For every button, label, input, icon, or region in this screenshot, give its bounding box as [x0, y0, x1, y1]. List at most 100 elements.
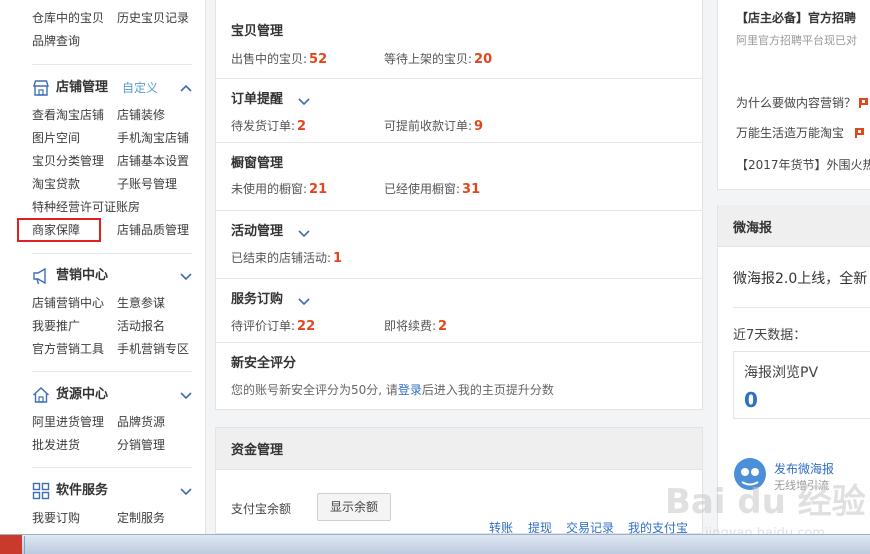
service-title: 服务订购 — [231, 292, 284, 307]
finance-header: 资金管理 — [216, 428, 702, 470]
sidebar-link-view-store[interactable]: 查看淘宝店铺 — [32, 105, 104, 125]
sidebar-link-official-tools[interactable]: 官方营销工具 — [32, 339, 104, 359]
dashboard-panel: 宝贝管理 出售中的宝贝: 52 等待上架的宝贝: 20 订单提醒 待发货订单: 2 可… — [215, 0, 703, 410]
sidebar-link-taobao-loan[interactable]: 淘宝贷款 — [32, 174, 80, 194]
sidebar-link-warehouse-items[interactable]: 仓库中的宝贝 — [32, 8, 104, 28]
sidebar-link-brand-query[interactable]: 品牌查询 — [32, 31, 80, 51]
activity-title: 活动管理 — [231, 224, 284, 239]
finance-panel: 资金管理 支付宝余额 显示余额 转账 提现 交易记录 我的支付宝 — [215, 427, 703, 535]
sidebar-link-item-history[interactable]: 历史宝贝记录 — [117, 8, 189, 28]
items-section: 宝贝管理 出售中的宝贝: 52 等待上架的宝贝: 20 — [216, 0, 702, 79]
ended-activity-count[interactable]: 1 — [333, 251, 342, 266]
sidebar-link-business-advisor[interactable]: 生意参谋 — [117, 293, 165, 313]
used-window-stat: 已经使用橱窗: 31 — [384, 180, 480, 199]
house-icon — [33, 387, 49, 403]
pv-label: 海报浏览PV — [744, 365, 819, 381]
chevron-down-icon[interactable] — [180, 271, 192, 281]
sidebar-link-subaccounts[interactable]: 子账号管理 — [117, 174, 177, 194]
sidebar-row: 批发进货 分销管理 — [32, 435, 212, 455]
renew-count[interactable]: 2 — [438, 319, 447, 334]
used-window-count[interactable]: 31 — [462, 182, 480, 197]
unused-window-stat: 未使用的橱窗: 21 — [231, 180, 327, 199]
marketing-center-header[interactable]: 营销中心 — [32, 265, 192, 287]
flag-icon — [855, 128, 864, 138]
login-link[interactable]: 登录 — [398, 383, 422, 397]
sidebar-link-event-signup[interactable]: 活动报名 — [117, 316, 165, 336]
marketing-center-title: 营销中心 — [56, 268, 109, 283]
sidebar-link-mobile-store[interactable]: 手机淘宝店铺 — [117, 128, 189, 148]
sidebar-link-ali-purchase[interactable]: 阿里进货管理 — [32, 412, 104, 432]
unused-window-label: 未使用的橱窗: — [231, 182, 308, 196]
sidebar-link-custom-service[interactable]: 定制服务 — [117, 508, 165, 528]
pv-card: 海报浏览PV 0 — [733, 351, 870, 419]
chevron-up-icon[interactable] — [180, 83, 192, 93]
show-balance-button[interactable]: 显示余额 — [317, 493, 391, 521]
ended-activity-label: 已结束的店铺活动: — [231, 251, 332, 265]
chevron-down-icon[interactable] — [180, 486, 192, 496]
pending-count[interactable]: 20 — [474, 52, 492, 67]
early-pay-stat: 可提前收款订单: 9 — [384, 117, 483, 136]
sidebar-link-marketing-center[interactable]: 店铺营销中心 — [32, 293, 104, 313]
chevron-down-icon[interactable] — [298, 228, 310, 238]
weihaibao-panel: 微海报 微海报2.0上线，全新 近7天数据： 海报浏览PV 0 发布微海报 无线… — [717, 205, 870, 534]
unused-window-count[interactable]: 21 — [309, 182, 327, 197]
sidebar-link-store-quality[interactable]: 店铺品质管理 — [117, 220, 189, 240]
flag-icon — [859, 98, 868, 108]
megaphone-icon — [33, 267, 46, 285]
customize-link[interactable]: 自定义 — [122, 77, 158, 99]
sidebar-row: 查看淘宝店铺 店铺装修 — [32, 105, 212, 125]
store-management-title: 店铺管理 — [56, 80, 109, 95]
sidebar-row: 我要订购 定制服务 — [32, 508, 212, 528]
sidebar-row: 官方营销工具 手机营销专区 — [32, 339, 212, 359]
news-item[interactable]: 万能生活造万能淘宝 — [736, 124, 844, 142]
renew-stat: 即将续费: 2 — [384, 317, 447, 336]
security-note: 您的账号新安全评分为50分, 请登录后进入我的主页提升分数 — [231, 381, 554, 399]
sidebar-link-item-categories[interactable]: 宝贝分类管理 — [32, 151, 104, 171]
window-title: 橱窗管理 — [231, 156, 284, 171]
divider — [32, 467, 192, 468]
early-pay-count[interactable]: 9 — [474, 119, 483, 134]
sidebar-row: 特种经营许可证账房 — [32, 197, 212, 217]
to-review-count[interactable]: 22 — [297, 319, 315, 334]
recruit-headline[interactable]: 【店主必备】官方招聘 — [736, 9, 856, 27]
to-ship-count[interactable]: 2 — [297, 119, 306, 134]
security-text: 您的账号新安全评分为50分, 请 — [231, 383, 398, 397]
sidebar-link-special-license[interactable]: 特种经营许可证账房 — [32, 197, 140, 217]
security-section: 新安全评分 您的账号新安全评分为50分, 请登录后进入我的主页提升分数 — [216, 343, 702, 409]
sidebar-link-promote[interactable]: 我要推广 — [32, 316, 80, 336]
activity-section: 活动管理 已结束的店铺活动: 1 — [216, 211, 702, 279]
chevron-down-icon[interactable] — [180, 390, 192, 400]
sidebar-link-wholesale[interactable]: 批发进货 — [32, 435, 80, 455]
renew-label: 即将续费: — [384, 319, 437, 333]
pending-label: 等待上架的宝贝: — [384, 52, 473, 66]
store-management-header[interactable]: 店铺管理 自定义 — [32, 77, 192, 99]
sidebar-link-subscribe[interactable]: 我要订购 — [32, 508, 80, 528]
sidebar-link-image-space[interactable]: 图片空间 — [32, 128, 80, 148]
items-title: 宝贝管理 — [231, 24, 284, 39]
sidebar-link-mobile-marketing[interactable]: 手机营销专区 — [117, 339, 189, 359]
to-ship-stat: 待发货订单: 2 — [231, 117, 306, 136]
pv-value: 0 — [744, 388, 758, 412]
software-services-header[interactable]: 软件服务 — [32, 480, 192, 502]
on-sale-count[interactable]: 52 — [309, 52, 327, 67]
sidebar-row: 阿里进货管理 品牌货源 — [32, 412, 212, 432]
publish-poster-link[interactable]: 发布微海报 — [774, 460, 834, 477]
sidebar-link-distribution[interactable]: 分销管理 — [117, 435, 165, 455]
divider — [32, 253, 192, 254]
start-button[interactable] — [0, 535, 22, 554]
service-section: 服务订购 待评价订单: 22 即将续费: 2 — [216, 279, 702, 343]
to-ship-label: 待发货订单: — [231, 119, 296, 133]
news-item[interactable]: 【2017年货节】外围火热 — [736, 156, 870, 174]
sourcing-center-header[interactable]: 货源中心 — [32, 384, 192, 406]
sidebar-link-store-settings[interactable]: 店铺基本设置 — [117, 151, 189, 171]
sidebar-link-store-decoration[interactable]: 店铺装修 — [117, 105, 165, 125]
weihaibao-title: 微海报 — [733, 221, 773, 236]
alipay-balance-label: 支付宝余额 — [231, 502, 292, 516]
chevron-down-icon[interactable] — [298, 96, 310, 106]
on-sale-stat: 出售中的宝贝: 52 — [231, 50, 327, 69]
sidebar-row: 仓库中的宝贝 历史宝贝记录 — [32, 8, 212, 28]
sidebar-link-brand-source[interactable]: 品牌货源 — [117, 412, 165, 432]
ended-activity-stat: 已结束的店铺活动: 1 — [231, 249, 342, 268]
chevron-down-icon[interactable] — [298, 296, 310, 306]
news-item[interactable]: 为什么要做内容营销？ — [736, 94, 856, 112]
